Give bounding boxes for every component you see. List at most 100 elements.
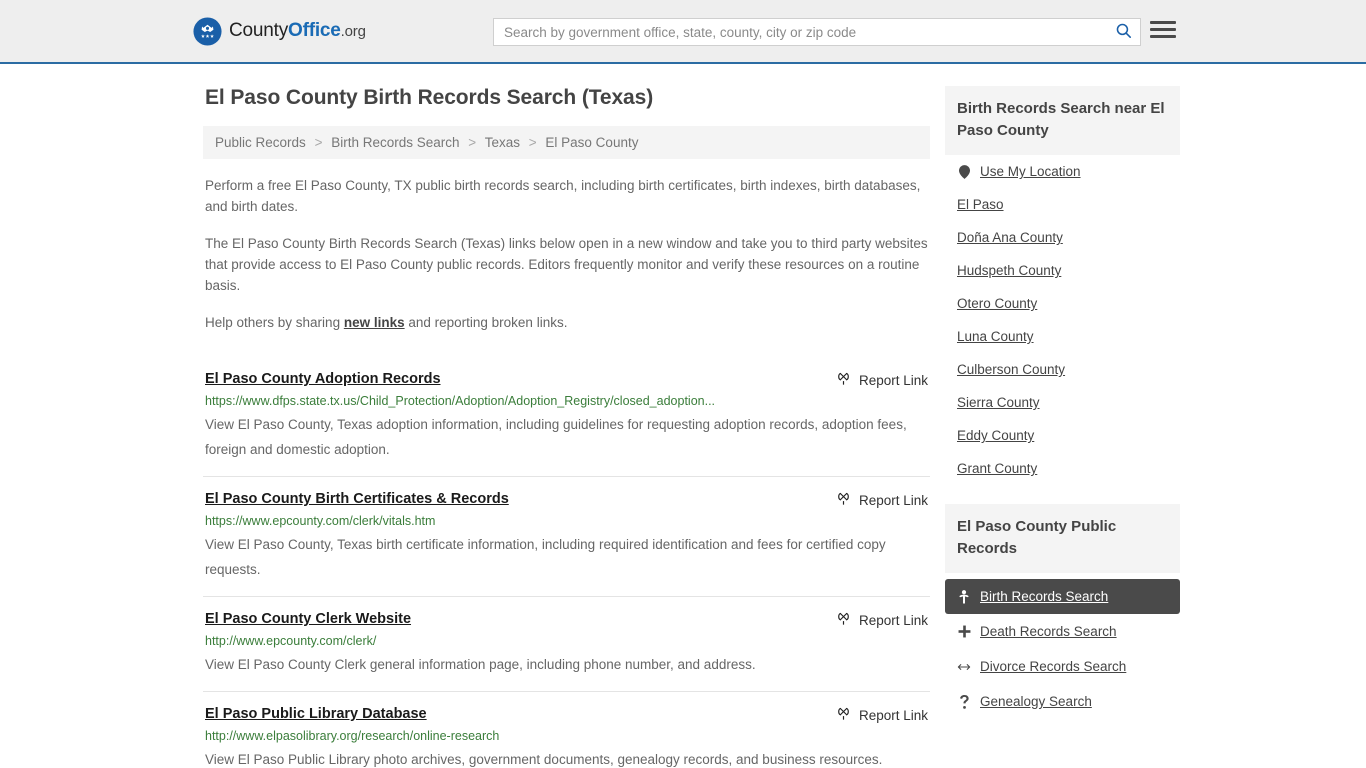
list-item: Genealogy Search (945, 684, 1180, 719)
list-item: El Paso (945, 188, 1180, 221)
result-title-link[interactable]: El Paso County Adoption Records (205, 370, 441, 389)
breadcrumb-separator: > (468, 135, 477, 150)
list-item: Luna County (945, 320, 1180, 353)
page-title: El Paso County Birth Records Search (Tex… (205, 86, 654, 109)
hamburger-bar (1150, 21, 1176, 24)
sidebar-item-divorce-records-search[interactable]: Divorce Records Search (945, 649, 1180, 684)
report-link-label: Report Link (858, 372, 928, 388)
sidebar-nearby-heading: Birth Records Search near El Paso County (945, 86, 1180, 155)
cross-icon (957, 625, 971, 638)
sidebar-item-sierra-county[interactable]: Sierra County (945, 386, 1180, 419)
logo-text-part3: .org (340, 23, 366, 40)
list-item: Otero County (945, 287, 1180, 320)
result-item: El Paso County Adoption Records Report L… (203, 357, 930, 476)
result-header: El Paso County Birth Certificates & Reco… (205, 490, 928, 509)
result-description: View El Paso County, Texas adoption info… (205, 417, 907, 457)
intro-p3-before: Help others by sharing (205, 315, 344, 330)
result-url: https://www.epcounty.com/clerk/vitals.ht… (205, 514, 436, 528)
result-description: View El Paso County Clerk general inform… (205, 657, 756, 672)
list-item: Hudspeth County (945, 254, 1180, 287)
list-item: Use My Location (945, 155, 1180, 188)
report-link-button[interactable]: Report Link (836, 611, 928, 629)
main-content: El Paso County Birth Records Search (Tex… (203, 86, 930, 768)
sidebar-item-label: Eddy County (957, 428, 1035, 443)
result-title-link[interactable]: El Paso Public Library Database (205, 705, 427, 724)
result-url: https://www.dfps.state.tx.us/Child_Prote… (205, 394, 716, 408)
result-title-link[interactable]: El Paso County Birth Certificates & Reco… (205, 490, 509, 509)
search-input[interactable] (494, 19, 1106, 45)
broken-link-icon (836, 371, 851, 389)
sidebar-item-culberson-county[interactable]: Culberson County (945, 353, 1180, 386)
report-link-button[interactable]: Report Link (836, 491, 928, 509)
sidebar-item-dona-ana-county[interactable]: Doña Ana County (945, 221, 1180, 254)
results-list: El Paso County Adoption Records Report L… (203, 357, 930, 768)
sidebar-item-label: Grant County (957, 461, 1038, 476)
eagle-seal-icon (193, 16, 222, 46)
sidebar-item-use-my-location[interactable]: Use My Location (945, 155, 1180, 188)
list-item: Culberson County (945, 353, 1180, 386)
sidebar-public-records-list: Birth Records Search Death Records Searc… (945, 579, 1180, 719)
result-header: El Paso Public Library Database Report L… (205, 705, 928, 724)
list-item: Sierra County (945, 386, 1180, 419)
hamburger-bar (1150, 28, 1176, 31)
site-header: CountyOffice.org (0, 0, 1366, 64)
sidebar-item-el-paso[interactable]: El Paso (945, 188, 1180, 221)
site-logo[interactable]: CountyOffice.org (193, 16, 366, 46)
sidebar-item-grant-county[interactable]: Grant County (945, 452, 1180, 485)
sidebar-item-otero-county[interactable]: Otero County (945, 287, 1180, 320)
map-pin-icon (957, 164, 971, 179)
breadcrumb-item-public-records[interactable]: Public Records (215, 135, 306, 150)
report-link-button[interactable]: Report Link (836, 706, 928, 724)
hamburger-bar (1150, 35, 1176, 38)
result-url: http://www.epcounty.com/clerk/ (205, 634, 377, 648)
sidebar-item-eddy-county[interactable]: Eddy County (945, 419, 1180, 452)
intro-paragraph-1: Perform a free El Paso County, TX public… (205, 178, 921, 214)
sidebar-item-hudspeth-county[interactable]: Hudspeth County (945, 254, 1180, 287)
intro-p3-after: and reporting broken links. (404, 315, 568, 330)
search-button[interactable] (1106, 19, 1140, 45)
list-item: Eddy County (945, 419, 1180, 452)
intro-paragraph-3: Help others by sharing new links and rep… (205, 312, 930, 333)
result-header: El Paso County Clerk Website Report Link (205, 610, 928, 629)
sidebar-item-label: Hudspeth County (957, 263, 1062, 278)
result-title-link[interactable]: El Paso County Clerk Website (205, 610, 411, 629)
breadcrumb-item-el-paso-county[interactable]: El Paso County (545, 135, 638, 150)
list-item: Death Records Search (945, 614, 1180, 649)
sidebar-item-label: Otero County (957, 296, 1038, 311)
breadcrumb-separator: > (528, 135, 537, 150)
report-link-button[interactable]: Report Link (836, 371, 928, 389)
sidebar-item-label: Doña Ana County (957, 230, 1063, 245)
sidebar-item-label: Use My Location (980, 164, 1081, 179)
list-item: Divorce Records Search (945, 649, 1180, 684)
page-body: El Paso County Birth Records Search (Tex… (0, 64, 1366, 768)
logo-text-part2: Office (288, 20, 341, 41)
list-item: Grant County (945, 452, 1180, 485)
broken-link-icon (836, 706, 851, 724)
question-mark-icon (957, 694, 971, 709)
left-right-arrow-icon (957, 661, 971, 673)
sidebar-item-label: Death Records Search (980, 624, 1117, 639)
sidebar-item-death-records-search[interactable]: Death Records Search (945, 614, 1180, 649)
sidebar-item-label: Divorce Records Search (980, 659, 1127, 674)
baby-icon (957, 589, 971, 604)
breadcrumb-item-birth-records-search[interactable]: Birth Records Search (331, 135, 459, 150)
breadcrumb-item-texas[interactable]: Texas (485, 135, 520, 150)
result-description: View El Paso County, Texas birth certifi… (205, 537, 886, 577)
sidebar-item-label: Genealogy Search (980, 694, 1092, 709)
sidebar-item-genealogy-search[interactable]: Genealogy Search (945, 684, 1180, 719)
report-link-label: Report Link (858, 612, 928, 628)
sidebar-public-records-heading: El Paso County Public Records (945, 504, 1180, 573)
search-icon (1115, 22, 1132, 42)
list-item: Birth Records Search (945, 579, 1180, 614)
new-links-link[interactable]: new links (344, 315, 405, 330)
sidebar-item-birth-records-search[interactable]: Birth Records Search (945, 579, 1180, 614)
search-bar[interactable] (493, 18, 1141, 46)
result-item: El Paso County Birth Certificates & Reco… (203, 476, 930, 596)
sidebar-item-label: Luna County (957, 329, 1034, 344)
hamburger-menu-icon[interactable] (1150, 21, 1176, 38)
result-header: El Paso County Adoption Records Report L… (205, 370, 928, 389)
site-logo-text: CountyOffice.org (229, 20, 366, 42)
result-item: El Paso County Clerk Website Report Link (203, 596, 930, 691)
sidebar-nearby-list: Use My Location El Paso Doña Ana County … (945, 155, 1180, 485)
sidebar-item-luna-county[interactable]: Luna County (945, 320, 1180, 353)
